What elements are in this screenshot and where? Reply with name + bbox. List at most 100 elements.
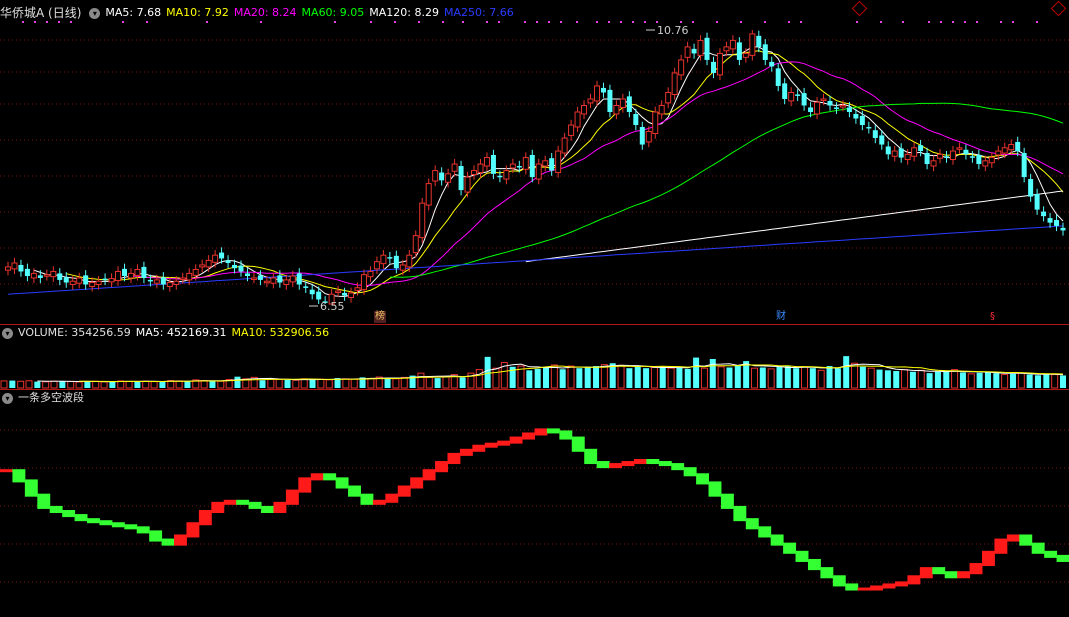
- volume-bar: [784, 366, 791, 388]
- event-tag-1[interactable]: 榜: [374, 311, 386, 323]
- candle-body: [529, 154, 535, 178]
- volume-bar: [676, 367, 683, 388]
- candle-body: [846, 107, 852, 113]
- volume-bar: [776, 366, 783, 388]
- event-tag-3[interactable]: §: [990, 311, 995, 323]
- event-tag-2[interactable]: 财: [776, 311, 786, 323]
- candle-body: [277, 275, 283, 283]
- candle-body: [568, 124, 575, 136]
- volume-bar: [434, 378, 441, 388]
- volume-bar: [159, 381, 166, 388]
- candle-body: [658, 104, 665, 115]
- wave-segment: [348, 485, 361, 497]
- candle-body: [918, 145, 924, 152]
- stock-chart-stage[interactable]: 10.76 6.55: [0, 0, 1069, 617]
- signal-dot: [716, 21, 718, 23]
- wave-segment: [919, 567, 933, 579]
- volume-title: VOLUME: 354256.59: [18, 326, 131, 339]
- candle-body: [166, 282, 173, 287]
- volume-bar: [484, 356, 491, 388]
- volume-bar: [1017, 372, 1025, 389]
- wave-segment: [124, 524, 138, 530]
- volume-bar: [884, 370, 891, 388]
- moving-average-lines: [7, 46, 1064, 298]
- signal-dot: [524, 21, 526, 23]
- volume-bar: [92, 380, 100, 389]
- candle-body: [483, 157, 490, 167]
- volume-bar: [626, 368, 633, 388]
- volume-bar: [993, 373, 1000, 388]
- volume-bar: [976, 372, 983, 388]
- candle-body: [820, 98, 827, 101]
- wave-segment: [99, 520, 113, 526]
- volume-panel-header: ▾ VOLUME: 354256.59 MA5: 452169.31 MA10:…: [0, 325, 334, 341]
- volume-bar: [0, 380, 8, 389]
- wave-segment: [310, 473, 324, 481]
- volume-bar: [1009, 373, 1016, 388]
- volume-ma-lines: [37, 363, 1064, 383]
- candle-body: [736, 42, 742, 60]
- settings-toggle-icon[interactable]: ▾: [89, 7, 101, 19]
- candle-body: [911, 147, 918, 157]
- signal-dot: [964, 21, 966, 23]
- wave-segment: [944, 571, 958, 579]
- candle-body: [613, 104, 620, 115]
- volume-bar: [367, 377, 375, 389]
- candle-body: [1060, 227, 1066, 231]
- volume-bar: [275, 379, 283, 389]
- candle-body: [710, 61, 716, 73]
- volume-bar: [576, 368, 583, 388]
- volume-bar: [442, 375, 450, 389]
- candle-body: [219, 252, 225, 259]
- volume-bar: [134, 381, 141, 388]
- candle-body: [969, 156, 975, 158]
- signal-dot: [620, 21, 622, 23]
- candle-body: [607, 89, 613, 113]
- wave-segment: [733, 505, 747, 522]
- volume-bar: [1034, 375, 1041, 388]
- volume-bar: [84, 381, 91, 388]
- candle-body: [439, 172, 445, 181]
- wave-segment: [770, 534, 784, 546]
- stock-title: 华侨城A (日线): [0, 6, 82, 20]
- signal-dot: [740, 21, 742, 23]
- candle-body: [283, 279, 290, 285]
- candle-body: [373, 261, 380, 270]
- volume-bar: [184, 381, 191, 388]
- candle-body: [43, 274, 50, 277]
- volume-bar: [425, 376, 433, 389]
- signal-dot: [576, 21, 578, 23]
- candle-body: [581, 104, 588, 115]
- volume-bar: [25, 380, 33, 389]
- wave-segment: [497, 440, 511, 446]
- wave-segment: [633, 459, 647, 465]
- volume-bar: [909, 371, 916, 388]
- candle-body: [872, 130, 878, 139]
- wave-segment: [161, 538, 175, 546]
- candle-body: [684, 46, 691, 58]
- wave-segment: [522, 432, 535, 440]
- candle-body: [814, 101, 821, 115]
- signal-dot: [856, 21, 858, 23]
- candle-body: [891, 150, 898, 157]
- candle-body: [30, 272, 37, 279]
- ma60-line: [389, 102, 1064, 278]
- candle-body: [509, 163, 516, 169]
- volume-bar: [934, 371, 941, 388]
- volume-toggle-icon[interactable]: ▾: [2, 327, 13, 339]
- candle-body: [769, 61, 775, 67]
- signal-dot: [928, 21, 930, 23]
- wave-segment: [37, 493, 51, 509]
- volume-bar: [100, 381, 108, 389]
- volume-bar: [750, 367, 758, 389]
- candle-body: [186, 272, 193, 281]
- candle-body: [593, 85, 600, 102]
- signal-dot: [548, 21, 550, 23]
- candle-body: [37, 275, 43, 278]
- candle-body: [879, 135, 885, 145]
- candle-body: [348, 292, 355, 298]
- candle-body: [160, 277, 166, 285]
- indicator-toggle-icon[interactable]: ▾: [2, 392, 13, 404]
- wave-segment: [472, 444, 486, 452]
- wave-segment: [559, 430, 573, 440]
